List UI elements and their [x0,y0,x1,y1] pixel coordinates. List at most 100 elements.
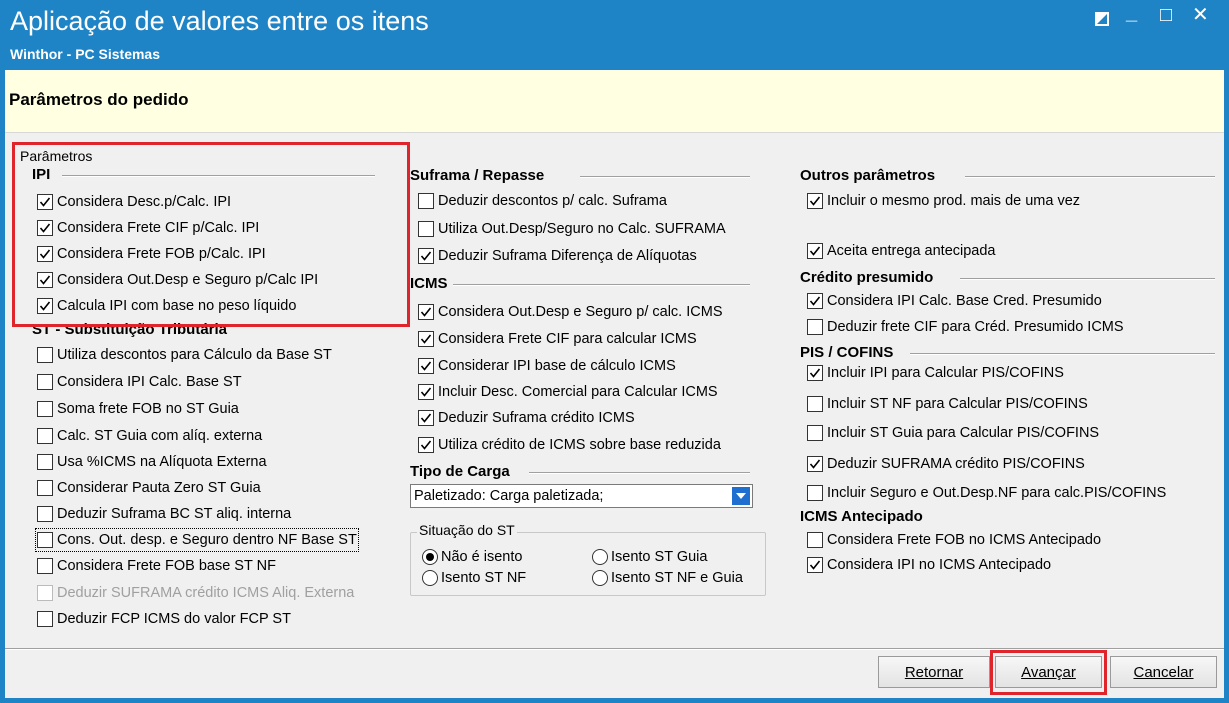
ipi-checkbox-5[interactable]: Calcula IPI com base no peso líquido [37,296,296,316]
checkmark-icon [418,358,434,374]
st-checkbox-2[interactable]: Considera IPI Calc. Base ST [37,372,242,392]
suframa-checkbox-3[interactable]: Deduzir Suframa Diferença de Alíquotas [418,246,697,266]
st-checkbox-8[interactable]: Cons. Out. desp. e Seguro dentro NF Base… [35,528,359,552]
outros-checkbox-1[interactable]: Incluir o mesmo prod. mais de uma vez [807,191,1080,211]
icms-checkbox-6[interactable]: Utiliza crédito de ICMS sobre base reduz… [418,435,721,455]
suframa-checkbox-label: Deduzir Suframa Diferença de Alíquotas [438,248,697,264]
parametros-group-label: Parâmetros [20,148,93,164]
checkmark-icon [37,272,53,288]
checkmark-icon [807,293,823,309]
icms-antecipado-checkbox-1[interactable]: Considera Frete FOB no ICMS Antecipado [807,530,1101,550]
icms-checkbox-3[interactable]: Considerar IPI base de cálculo ICMS [418,356,676,376]
icms-checkbox-label: Considera Frete CIF para calcular ICMS [438,331,697,347]
ipi-checkbox-label: Calcula IPI com base no peso líquido [57,298,297,314]
checkmark-icon [37,298,53,314]
icms-antecipado-checkbox-2[interactable]: Considera IPI no ICMS Antecipado [807,555,1051,575]
checkmark-icon [37,194,53,210]
maximize-icon[interactable]: □ [1160,4,1172,26]
close-icon[interactable]: ✕ [1192,4,1209,26]
checkmark-icon [807,193,823,209]
suframa-checkbox-2[interactable]: Utiliza Out.Desp/Seguro no Calc. SUFRAMA [418,219,726,239]
st-checkbox-6[interactable]: Considerar Pauta Zero ST Guia [37,478,261,498]
section-tipo-carga-title: Tipo de Carga [410,463,510,480]
ipi-checkbox-label: Considera Desc.p/Calc. IPI [57,194,232,210]
outros-checkbox-2[interactable]: Aceita entrega antecipada [807,241,996,261]
checkmark-icon [807,243,823,259]
icms-checkbox-2[interactable]: Considera Frete CIF para calcular ICMS [418,329,697,349]
checkbox-box [37,347,53,363]
checkbox-box [418,221,434,237]
icms-checkbox-label: Incluir Desc. Comercial para Calcular IC… [438,384,718,400]
icms-checkbox-5[interactable]: Deduzir Suframa crédito ICMS [418,408,635,428]
pis-checkbox-3[interactable]: Incluir ST Guia para Calcular PIS/COFINS [807,423,1099,443]
section-st-title: ST - Substituição Tributária [32,321,228,338]
pis-checkbox-2[interactable]: Incluir ST NF para Calcular PIS/COFINS [807,394,1088,414]
st-checkbox-1[interactable]: Utiliza descontos para Cálculo da Base S… [37,345,332,365]
tipo-carga-value: Paletizado: Carga paletizada; [414,488,604,504]
checkbox-box [807,532,823,548]
st-checkbox-3[interactable]: Soma frete FOB no ST Guia [37,399,239,419]
section-icms-antecipado-title: ICMS Antecipado [800,508,923,525]
checkbox-box [37,585,53,601]
st-checkbox-label: Considera IPI Calc. Base ST [57,374,242,390]
section-credito-title: Crédito presumido [800,269,934,286]
ipi-checkbox-label: Considera Frete CIF p/Calc. IPI [57,220,260,236]
icms-checkbox-1[interactable]: Considera Out.Desp e Seguro p/ calc. ICM… [418,302,723,322]
situacao-st-radio-label: Não é isento [441,549,523,565]
chevron-down-icon[interactable] [732,487,750,505]
suframa-checkbox-1[interactable]: Deduzir descontos p/ calc. Suframa [418,191,667,211]
minimize-icon[interactable]: _ [1126,2,1137,24]
divider [529,472,750,474]
checkmark-icon [418,248,434,264]
icms-checkbox-4[interactable]: Incluir Desc. Comercial para Calcular IC… [418,382,718,402]
outros-checkbox-label: Incluir o mesmo prod. mais de uma vez [827,193,1081,209]
icms-checkbox-label: Deduzir Suframa crédito ICMS [438,410,635,426]
radio-empty-icon [592,549,608,565]
cancelar-button[interactable]: Cancelar [1110,656,1217,688]
st-checkbox-label: Considerar Pauta Zero ST Guia [57,480,261,496]
ipi-checkbox-2[interactable]: Considera Frete CIF p/Calc. IPI [37,218,259,238]
ipi-checkbox-label: Considera Out.Desp e Seguro p/Calc IPI [57,272,319,288]
ipi-checkbox-4[interactable]: Considera Out.Desp e Seguro p/Calc IPI [37,270,318,290]
situacao-st-radio-4[interactable]: Isento ST NF e Guia [592,568,743,588]
section-outros-title: Outros parâmetros [800,167,936,184]
tipo-carga-select[interactable]: Paletizado: Carga paletizada; [410,484,753,508]
checkbox-box [37,374,53,390]
app-window: Aplicação de valores entre os itens Wint… [0,0,1229,703]
pis-checkbox-1[interactable]: Incluir IPI para Calcular PIS/COFINS [807,363,1064,383]
situacao-st-radio-3[interactable]: Isento ST NF [422,568,526,588]
checkbox-box [37,558,53,574]
situacao-st-radio-2[interactable]: Isento ST Guia [592,547,707,567]
checkbox-box [807,425,823,441]
checkbox-box [807,485,823,501]
divider [453,284,750,286]
pis-checkbox-label: Incluir IPI para Calcular PIS/COFINS [827,365,1064,381]
checkbox-box [37,454,53,470]
credito-checkbox-2[interactable]: Deduzir frete CIF para Créd. Presumido I… [807,317,1124,337]
pis-checkbox-4[interactable]: Deduzir SUFRAMA crédito PIS/COFINS [807,454,1085,474]
checkmark-icon [807,456,823,472]
st-checkbox-4[interactable]: Calc. ST Guia com alíq. externa [37,426,262,446]
st-checkbox-label: Utiliza descontos para Cálculo da Base S… [57,347,332,363]
st-checkbox-5[interactable]: Usa %ICMS na Alíquota Externa [37,452,267,472]
credito-checkbox-1[interactable]: Considera IPI Calc. Base Cred. Presumido [807,291,1102,311]
st-checkbox-label: Deduzir SUFRAMA crédito ICMS Aliq. Exter… [57,585,355,601]
section-suframa-title: Suframa / Repasse [410,167,545,184]
situacao-st-radio-1[interactable]: Não é isento [422,547,522,567]
avancar-button[interactable]: Avançar [995,656,1102,688]
suframa-checkbox-label: Deduzir descontos p/ calc. Suframa [438,193,667,209]
header-panel: Parâmetros do pedido [5,70,1224,133]
retornar-button[interactable]: Retornar [878,656,990,688]
ipi-checkbox-3[interactable]: Considera Frete FOB p/Calc. IPI [37,244,266,264]
st-checkbox-7[interactable]: Deduzir Suframa BC ST aliq. interna [37,504,291,524]
icms-antecipado-checkbox-label: Considera Frete FOB no ICMS Antecipado [827,532,1102,548]
restore-square-icon[interactable] [1094,10,1110,32]
pis-checkbox-5[interactable]: Incluir Seguro e Out.Desp.NF para calc.P… [807,483,1166,503]
checkmark-icon [37,246,53,262]
st-checkbox-11[interactable]: Deduzir FCP ICMS do valor FCP ST [37,609,291,629]
st-checkbox-9[interactable]: Considera Frete FOB base ST NF [37,556,276,576]
pis-checkbox-label: Incluir ST NF para Calcular PIS/COFINS [827,396,1088,412]
ipi-checkbox-label: Considera Frete FOB p/Calc. IPI [57,246,266,262]
ipi-checkbox-1[interactable]: Considera Desc.p/Calc. IPI [37,192,231,212]
checkmark-icon [418,384,434,400]
